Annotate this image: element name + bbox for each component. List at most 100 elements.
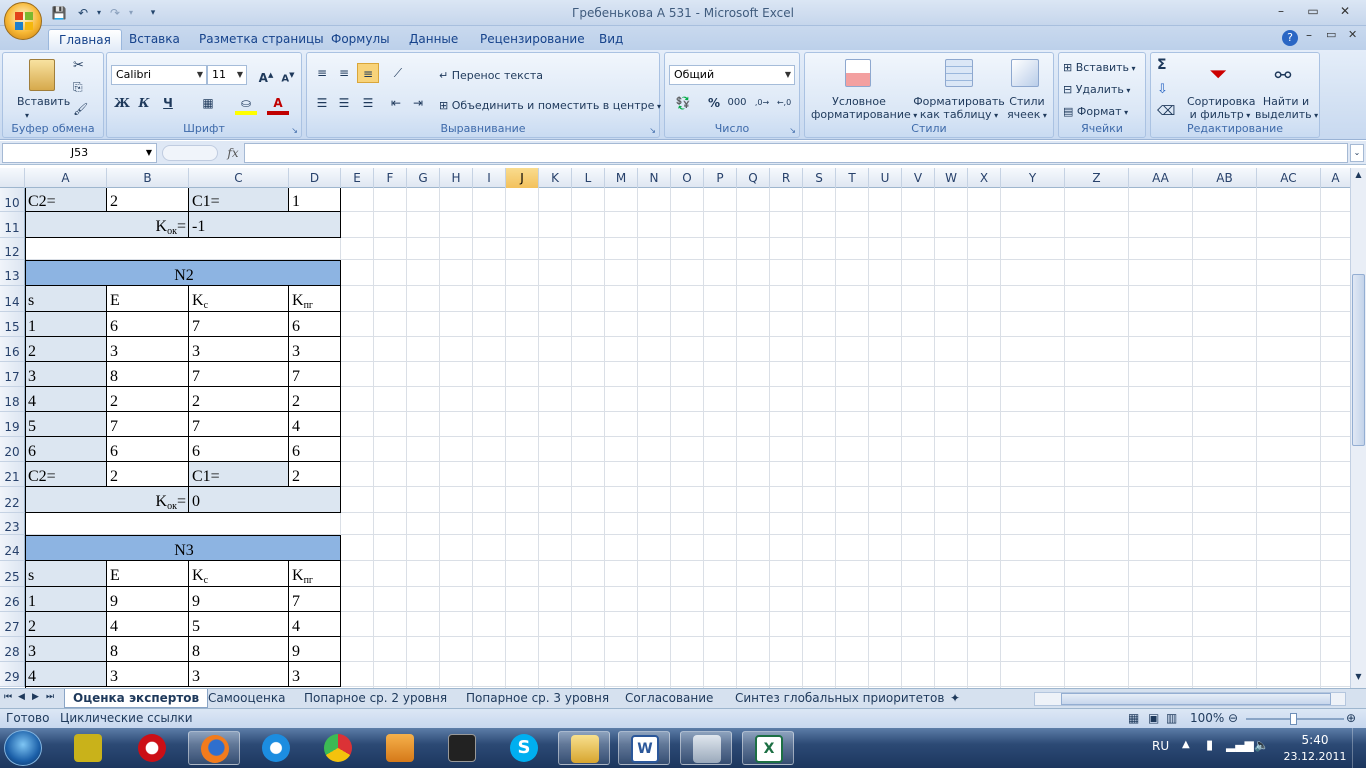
- office-button[interactable]: [4, 2, 42, 40]
- table-title[interactable]: N3: [25, 535, 341, 561]
- row-header[interactable]: 20: [0, 437, 25, 462]
- wrap-text-button[interactable]: ↵ Перенос текста: [439, 69, 543, 82]
- insert-function-button[interactable]: fx: [224, 144, 242, 162]
- row-header[interactable]: 29: [0, 662, 25, 687]
- tab-home[interactable]: Главная: [48, 29, 122, 50]
- table-cell[interactable]: s: [25, 561, 107, 587]
- page-break-view-icon[interactable]: ▥: [1166, 709, 1177, 728]
- table-cell[interactable]: Kc: [189, 561, 289, 587]
- table-cell[interactable]: 8: [189, 637, 289, 662]
- first-sheet-icon[interactable]: ⏮: [4, 692, 12, 702]
- table-cell[interactable]: 6: [289, 312, 341, 337]
- row-header[interactable]: 21: [0, 462, 25, 487]
- table-cell[interactable]: Kпг: [289, 561, 341, 587]
- find-select-button[interactable]: Найти и выделить ▾: [1255, 95, 1318, 122]
- borders-icon[interactable]: ▦: [197, 93, 219, 113]
- taskbar-skype[interactable]: S: [498, 731, 550, 765]
- table-cell[interactable]: 2: [189, 387, 289, 412]
- table-cell[interactable]: 3: [189, 662, 289, 687]
- alignment-dialog-launcher-icon[interactable]: ↘: [649, 126, 656, 135]
- table-cell[interactable]: 6: [25, 437, 107, 462]
- row-header[interactable]: 10: [0, 188, 25, 212]
- orientation-icon[interactable]: ⟋: [387, 63, 409, 83]
- taskbar-app-1[interactable]: [62, 731, 114, 765]
- percent-button[interactable]: %: [703, 93, 725, 113]
- table-cell[interactable]: 7: [289, 587, 341, 612]
- scroll-up-icon[interactable]: ▲: [1352, 170, 1365, 184]
- taskbar-media-player[interactable]: [374, 731, 426, 765]
- sheet-tab-experts[interactable]: Оценка экспертов: [64, 689, 209, 708]
- expand-formula-bar-icon[interactable]: ⌄: [1350, 144, 1364, 162]
- signal-icon[interactable]: ▂▄▆: [1226, 738, 1254, 752]
- thousands-button[interactable]: 000: [725, 93, 749, 113]
- last-sheet-icon[interactable]: ⏭: [46, 692, 54, 702]
- format-cells-button[interactable]: ▤ Формат ▾: [1063, 105, 1128, 119]
- table-cell[interactable]: 4: [289, 412, 341, 437]
- battery-icon[interactable]: ▮: [1206, 738, 1213, 753]
- table-cell[interactable]: 2: [107, 387, 189, 412]
- show-desktop-button[interactable]: [1352, 728, 1366, 768]
- table-cell[interactable]: 4: [107, 612, 189, 637]
- k-ok-value-cell[interactable]: -1: [189, 212, 341, 238]
- table-cell[interactable]: Kпг: [289, 286, 341, 312]
- formula-input[interactable]: [244, 143, 1348, 163]
- row-header[interactable]: 28: [0, 637, 25, 662]
- table-cell[interactable]: 8: [107, 637, 189, 662]
- table-cell[interactable]: 3: [25, 637, 107, 662]
- align-top-icon[interactable]: ≡: [311, 63, 333, 83]
- tab-view[interactable]: Вид: [589, 29, 633, 50]
- taskbar-opera[interactable]: [126, 731, 178, 765]
- table-cell[interactable]: 5: [189, 612, 289, 637]
- sort-filter-icon[interactable]: ⏷: [1205, 61, 1231, 89]
- row-header[interactable]: 17: [0, 362, 25, 387]
- scroll-thumb[interactable]: [1352, 274, 1365, 446]
- table-cell[interactable]: 2: [289, 462, 341, 487]
- show-hidden-icons-icon[interactable]: ▲: [1182, 739, 1190, 750]
- vertical-scrollbar[interactable]: ▲ ▼: [1350, 168, 1366, 688]
- zoom-in-icon[interactable]: ⊕: [1346, 709, 1356, 728]
- sheet-tab-pairwise-2[interactable]: Попарное ср. 2 уровня: [296, 689, 455, 708]
- increase-indent-icon[interactable]: ⇥: [407, 93, 429, 113]
- table-cell[interactable]: 4: [25, 662, 107, 687]
- table-cell[interactable]: 6: [289, 437, 341, 462]
- paste-button[interactable]: Вставить: [17, 95, 70, 108]
- close-button[interactable]: ✕: [1330, 3, 1360, 21]
- clear-icon[interactable]: ⌫: [1157, 105, 1175, 118]
- taskbar-explorer[interactable]: [558, 731, 610, 765]
- row-header[interactable]: 19: [0, 412, 25, 437]
- table-cell[interactable]: 7: [189, 312, 289, 337]
- table-cell[interactable]: 3: [289, 337, 341, 362]
- table-cell[interactable]: 9: [189, 587, 289, 612]
- table-cell[interactable]: 6: [107, 312, 189, 337]
- format-as-table-icon[interactable]: [945, 59, 973, 87]
- align-right-icon[interactable]: ☰: [357, 93, 379, 113]
- save-icon[interactable]: 💾: [50, 4, 68, 22]
- taskbar-word[interactable]: W: [618, 731, 670, 765]
- empty-row[interactable]: [25, 513, 341, 535]
- underline-button[interactable]: Ч: [157, 93, 179, 113]
- row-header[interactable]: 23: [0, 513, 25, 535]
- table-cell[interactable]: 7: [107, 412, 189, 437]
- cut-icon[interactable]: ✂: [73, 59, 84, 72]
- italic-button[interactable]: К: [133, 93, 155, 113]
- table-cell[interactable]: E: [107, 286, 189, 312]
- row-header[interactable]: 18: [0, 387, 25, 412]
- maximize-button[interactable]: ▭: [1298, 3, 1328, 21]
- delete-cells-button[interactable]: ⊟ Удалить ▾: [1063, 83, 1130, 97]
- table-cell[interactable]: C2=: [25, 188, 107, 212]
- taskbar-firefox[interactable]: [188, 731, 240, 765]
- row-header[interactable]: 25: [0, 561, 25, 587]
- decrease-decimal-icon[interactable]: ←,0: [773, 93, 795, 113]
- clock-time[interactable]: 5:40: [1290, 733, 1340, 747]
- insert-cells-button[interactable]: ⊞ Вставить ▾: [1063, 61, 1136, 75]
- tab-formulas[interactable]: Формулы: [321, 29, 400, 50]
- tab-page-layout[interactable]: Разметка страницы: [189, 29, 334, 50]
- paste-dropdown-icon[interactable]: ▾: [25, 109, 29, 122]
- table-cell[interactable]: 2: [107, 462, 189, 487]
- table-cell[interactable]: 1: [25, 587, 107, 612]
- h-scroll-thumb[interactable]: [1061, 693, 1331, 705]
- increase-decimal-icon[interactable]: ,0→: [751, 93, 773, 113]
- table-cell[interactable]: 3: [189, 337, 289, 362]
- row-header[interactable]: 26: [0, 587, 25, 612]
- cell-styles-button[interactable]: Стили ячеек ▾: [1005, 95, 1049, 122]
